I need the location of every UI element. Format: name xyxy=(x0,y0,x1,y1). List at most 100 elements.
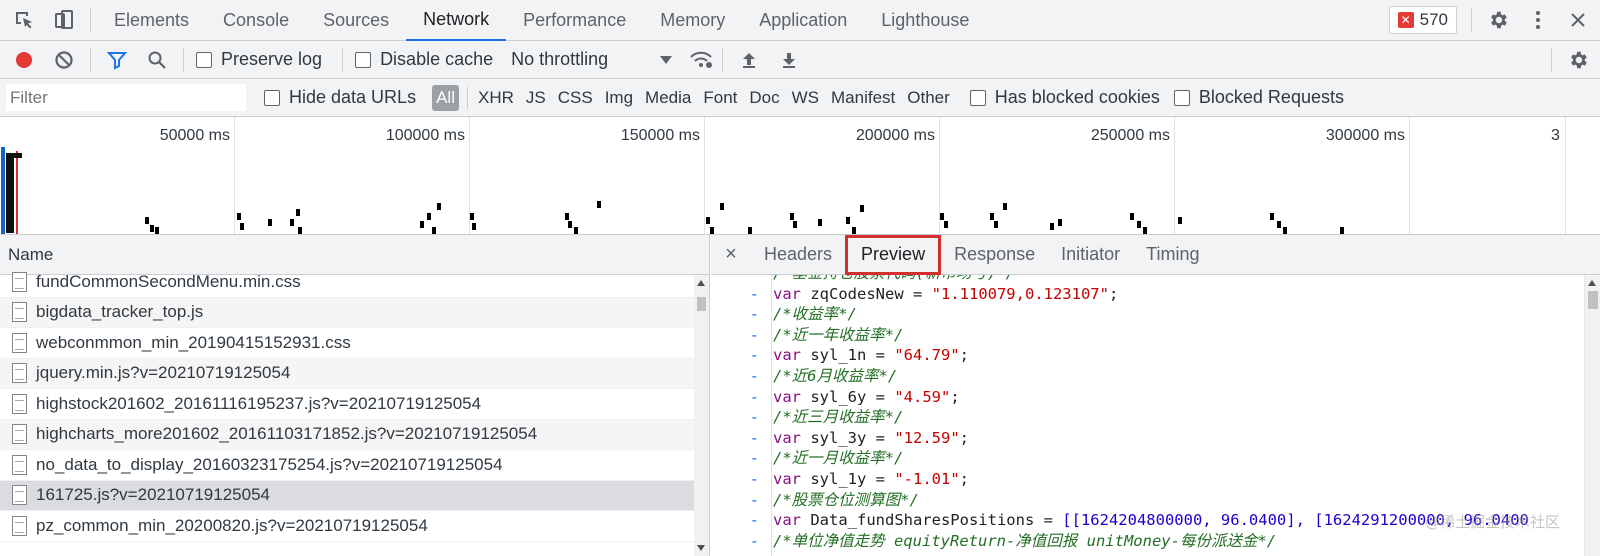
scrollbar-thumb[interactable] xyxy=(1588,291,1598,309)
tab-console[interactable]: Console xyxy=(206,0,306,41)
request-row[interactable]: highstock201602_20161116195237.js?v=2021… xyxy=(0,389,709,420)
checkbox-box[interactable] xyxy=(196,51,212,68)
timeline-request-mark xyxy=(990,213,994,220)
timeline-request-mark xyxy=(240,223,244,230)
scroll-up-arrow-icon[interactable] xyxy=(1588,280,1596,286)
scroll-down-arrow-icon[interactable] xyxy=(697,545,705,551)
request-name: jquery.min.js?v=20210719125054 xyxy=(36,363,291,383)
filter-type-xhr[interactable]: XHR xyxy=(472,88,520,108)
filter-type-all[interactable]: All xyxy=(432,84,459,111)
disable-cache-checkbox[interactable]: Disable cache xyxy=(355,49,493,70)
timeline-tick-label: 50000 ms xyxy=(159,127,230,144)
code-operator: = xyxy=(866,428,895,447)
preserve-log-checkbox[interactable]: Preserve log xyxy=(196,49,322,70)
tab-lighthouse[interactable]: Lighthouse xyxy=(864,0,986,41)
code-comment: /*近6月收益率*/ xyxy=(773,366,898,385)
scrollbar-thumb[interactable] xyxy=(697,297,706,311)
network-conditions-wifi-icon[interactable] xyxy=(686,40,716,80)
checkbox-box[interactable] xyxy=(969,89,986,106)
tab-elements[interactable]: Elements xyxy=(97,0,206,41)
settings-gear-icon[interactable] xyxy=(1478,0,1518,40)
code-comment: /*近一月收益率*/ xyxy=(773,449,904,468)
gutter-marker: - xyxy=(749,305,759,324)
timeline-request-mark xyxy=(155,227,159,234)
filter-type-manifest[interactable]: Manifest xyxy=(825,88,901,108)
timeline-request-mark xyxy=(793,221,797,228)
request-row[interactable]: bigdata_tracker_top.js xyxy=(0,297,709,328)
clear-icon[interactable] xyxy=(44,40,84,80)
scroll-up-arrow-icon[interactable] xyxy=(697,280,705,286)
import-har-upload-icon[interactable] xyxy=(729,40,769,80)
checkbox-box[interactable] xyxy=(1173,89,1190,106)
timeline-overview[interactable]: 50000 ms 100000 ms 150000 ms 200000 ms 25000… xyxy=(0,117,1600,235)
code-value: "4.59" xyxy=(894,387,951,406)
request-row[interactable]: pz_common_min_20200820.js?v=202107191250… xyxy=(0,511,709,542)
request-row[interactable]: highcharts_more201602_20161103171852.js?… xyxy=(0,419,709,450)
checkbox-box[interactable] xyxy=(355,51,372,68)
code-keyword: var xyxy=(773,284,811,303)
filter-type-doc[interactable]: Doc xyxy=(743,88,785,108)
request-row[interactable]: no_data_to_display_20160323175254.js?v=2… xyxy=(0,450,709,481)
hide-data-urls-checkbox[interactable]: Hide data URLs xyxy=(264,87,416,108)
filter-input[interactable] xyxy=(6,84,246,111)
error-count: 570 xyxy=(1419,10,1448,29)
timeline-request-mark xyxy=(1003,203,1007,210)
filter-type-img[interactable]: Img xyxy=(599,88,639,108)
record-icon[interactable] xyxy=(4,40,44,80)
gutter-marker: - xyxy=(749,325,759,344)
detail-tab-headers[interactable]: Headers xyxy=(751,235,845,275)
blocked-requests-checkbox[interactable]: Blocked Requests xyxy=(1173,87,1344,108)
request-row[interactable]: webconmmon_min_20190415152931.css xyxy=(0,328,709,359)
gutter-marker: - xyxy=(749,387,759,406)
search-icon[interactable] xyxy=(137,40,177,80)
code-text: var syl_1n = "64.79"; xyxy=(767,345,969,366)
tab-sources[interactable]: Sources xyxy=(306,0,406,41)
request-list-scrollbar[interactable] xyxy=(694,275,709,556)
timeline-request-mark xyxy=(846,217,850,224)
request-name: fundCommonSecondMenu.min.css xyxy=(36,271,301,291)
has-blocked-cookies-checkbox[interactable]: Has blocked cookies xyxy=(969,87,1160,108)
checkbox-box[interactable] xyxy=(264,89,280,106)
error-count-badge[interactable]: ✕ 570 xyxy=(1388,6,1457,34)
filter-funnel-icon[interactable] xyxy=(97,40,137,80)
panel-tabs: Elements Console Sources Network Performance… xyxy=(97,0,986,41)
device-toolbar-icon[interactable] xyxy=(44,0,84,40)
network-toolbar: Preserve log Disable cache No throttling xyxy=(0,41,1600,79)
code-semicolon: ; xyxy=(959,469,969,488)
throttling-select[interactable]: No throttling xyxy=(511,49,686,70)
gutter-marker: - xyxy=(749,449,759,468)
filter-type-css[interactable]: CSS xyxy=(552,88,599,108)
tab-network[interactable]: Network xyxy=(406,0,507,41)
code-operator: = xyxy=(1034,511,1063,530)
close-detail-icon[interactable]: × xyxy=(711,243,751,266)
timeline-request-mark xyxy=(1340,227,1344,234)
export-har-download-icon[interactable] xyxy=(769,40,809,80)
tab-application[interactable]: Application xyxy=(742,0,864,41)
code-line: -/*近6月收益率*/ xyxy=(711,366,1584,387)
filter-type-ws[interactable]: WS xyxy=(786,88,825,108)
tab-performance[interactable]: Performance xyxy=(506,0,643,41)
filter-type-other[interactable]: Other xyxy=(901,88,956,108)
gutter-marker: - xyxy=(711,275,767,284)
preview-scrollbar[interactable] xyxy=(1584,275,1600,556)
detail-tab-preview[interactable]: Preview xyxy=(845,235,942,275)
request-row[interactable]: fundCommonSecondMenu.min.css xyxy=(0,267,709,298)
toolbar-separator xyxy=(90,47,91,72)
network-settings-gear-icon[interactable] xyxy=(1558,40,1598,80)
timeline-request-mark xyxy=(994,221,998,228)
filter-type-media[interactable]: Media xyxy=(639,88,697,108)
inspect-element-icon[interactable] xyxy=(4,0,44,40)
filter-type-font[interactable]: Font xyxy=(697,88,743,108)
detail-tab-response[interactable]: Response xyxy=(941,235,1048,275)
request-row[interactable]: 161725.js?v=20210719125054 xyxy=(0,480,709,511)
more-options-icon[interactable] xyxy=(1518,0,1558,40)
detail-tab-timing[interactable]: Timing xyxy=(1133,235,1212,275)
toolbar-separator xyxy=(342,47,344,72)
tab-memory[interactable]: Memory xyxy=(643,0,742,41)
tabbar-separator xyxy=(90,8,91,32)
close-devtools-icon[interactable] xyxy=(1558,0,1598,40)
detail-tab-initiator[interactable]: Initiator xyxy=(1048,235,1133,275)
request-detail-panel: × Headers Preview Response Initiator Timing … xyxy=(711,235,1600,556)
request-row[interactable]: jquery.min.js?v=20210719125054 xyxy=(0,358,709,389)
filter-type-js[interactable]: JS xyxy=(520,88,552,108)
